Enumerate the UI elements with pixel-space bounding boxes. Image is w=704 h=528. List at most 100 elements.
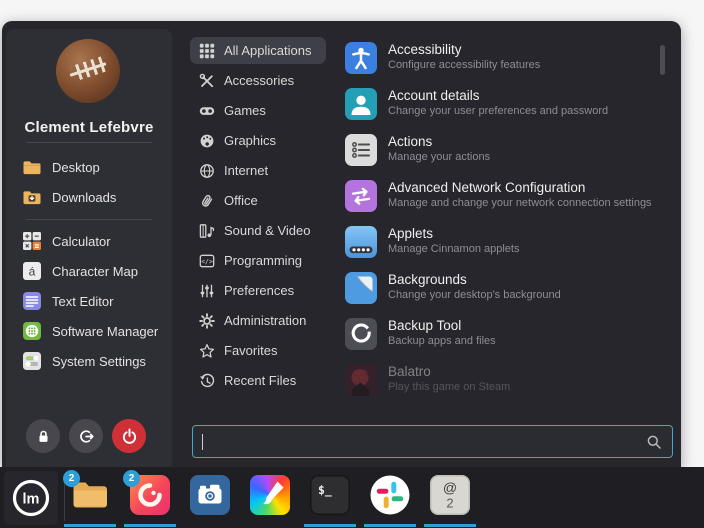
sidebar-item-character-map[interactable]: áCharacter Map [18,256,168,286]
app-title: Backup Tool [388,318,496,333]
tools-icon [199,73,215,89]
notification-badge: 2 [63,470,80,487]
apps-grid-icon [199,43,215,59]
category-list: All Applications Accessories Games Graphics… [190,37,326,397]
sidebar-item-system-settings[interactable]: System Settings [18,346,168,376]
lock-icon [35,428,52,445]
sidebar-item-label: Character Map [52,264,138,279]
sidebar-item-downloads[interactable]: Downloads [18,182,168,212]
taskbar-item-firefox[interactable]: 2 [130,475,170,515]
category-all-applications[interactable]: All Applications [190,37,326,64]
network-icon [345,180,377,212]
app-subtitle: Change your user preferences and passwor… [388,105,608,117]
app-row-backgrounds[interactable]: Backgrounds Change your desktop's backgro… [343,267,669,313]
category-sound-video[interactable]: Sound & Video [190,217,326,244]
sidebar-item-label: Text Editor [52,294,113,309]
app-row-account-details[interactable]: Account details Change your user preferen… [343,83,669,129]
taskbar-item-screenshot[interactable] [190,475,230,515]
sidebar-item-label: System Settings [52,354,146,369]
category-favorites[interactable]: Favorites [190,337,326,364]
category-programming[interactable]: </> Programming [190,247,326,274]
category-administration[interactable]: Administration [190,307,326,334]
globe-icon [199,163,215,179]
category-label: Preferences [224,283,294,298]
category-label: Games [224,103,266,118]
film-music-icon [199,223,215,239]
power-icon [121,428,138,445]
running-indicator [64,524,116,528]
power-button[interactable] [112,419,146,453]
taskbar-item-mail[interactable]: @2 [430,475,470,515]
places-list: DesktopDownloads [18,152,168,212]
app-row-balatro[interactable]: BalatroPlay this game on Steam [343,359,669,405]
logout-button[interactable] [69,419,103,453]
backup-icon [345,318,377,350]
history-icon [199,373,215,389]
app-subtitle: Manage your actions [388,151,490,163]
category-label: Office [224,193,258,208]
category-preferences[interactable]: Preferences [190,277,326,304]
actions-icon [345,134,377,166]
running-indicator [124,524,176,528]
app-subtitle: Configure accessibility features [388,59,540,71]
svg-text:lm: lm [23,492,40,508]
drawing-icon [250,475,290,515]
taskbar-item-drawing[interactable] [250,475,290,515]
app-row-backup-tool[interactable]: Backup Tool Backup apps and files [343,313,669,359]
taskbar-item-slack[interactable] [370,475,410,515]
app-row-applets[interactable]: AppletsManage Cinnamon applets [343,221,669,267]
accessibility-icon [345,42,377,74]
app-title: Backgrounds [388,272,561,287]
taskbar-item-terminal[interactable]: $_ [310,475,350,515]
running-indicator [364,524,416,528]
category-graphics[interactable]: Graphics [190,127,326,154]
gear-icon [199,313,215,329]
avatar[interactable] [56,39,120,103]
category-label: Accessories [224,73,294,88]
category-internet[interactable]: Internet [190,157,326,184]
category-office[interactable]: Office [190,187,326,214]
lock-button[interactable] [26,419,60,453]
category-label: Internet [224,163,268,178]
application-list: AccessibilityConfigure accessibility fea… [343,37,669,405]
scrollbar-thumb[interactable] [660,45,665,75]
terminal-icon: $_ [310,475,350,515]
running-indicator [304,524,356,528]
app-title: Account details [388,88,608,103]
app-subtitle: Play this game on Steam [388,381,510,393]
divider [26,219,152,220]
sidebar-item-calculator[interactable]: Calculator [18,226,168,256]
sidebar-item-text-editor[interactable]: Text Editor [18,286,168,316]
taskbar-item-files[interactable]: 2 [70,475,110,515]
shortcuts-list: Calculator áCharacter Map Text Editor Softw… [18,226,168,376]
search-icon [646,434,662,450]
app-row-actions[interactable]: Actions Manage your actions [343,129,669,175]
sidebar-item-software-manager[interactable]: Software Manager [18,316,168,346]
app-row-advanced-network-configuration[interactable]: Advanced Network ConfigurationManage and… [343,175,669,221]
sidebar-item-label: Software Manager [52,324,158,339]
sidebar-item-desktop[interactable]: Desktop [18,152,168,182]
search-input[interactable] [203,434,646,449]
gamepad-icon [199,103,215,119]
search-box [192,425,673,458]
svg-text:</>: </> [201,257,213,265]
text-editor-icon [22,291,42,311]
menu-button[interactable]: lm [4,471,58,525]
category-accessories[interactable]: Accessories [190,67,326,94]
app-title: Actions [388,134,490,149]
app-subtitle: Backup apps and files [388,335,496,347]
cinnamon-menu: Clement Lefebvre DesktopDownloads Calcul… [2,21,681,467]
sidebar-item-label: Calculator [52,234,111,249]
palette-icon [199,133,215,149]
category-games[interactable]: Games [190,97,326,124]
sliders-icon [199,283,215,299]
category-recent-files[interactable]: Recent Files [190,367,326,394]
notification-badge: 2 [123,470,140,487]
calculator-icon [22,231,42,251]
divider [26,142,152,143]
app-title: Applets [388,226,519,241]
menu-sidebar: Clement Lefebvre DesktopDownloads Calcul… [6,29,172,467]
app-row-accessibility[interactable]: AccessibilityConfigure accessibility fea… [343,37,669,83]
category-label: Programming [224,253,302,268]
app-subtitle: Change your desktop's background [388,289,561,301]
